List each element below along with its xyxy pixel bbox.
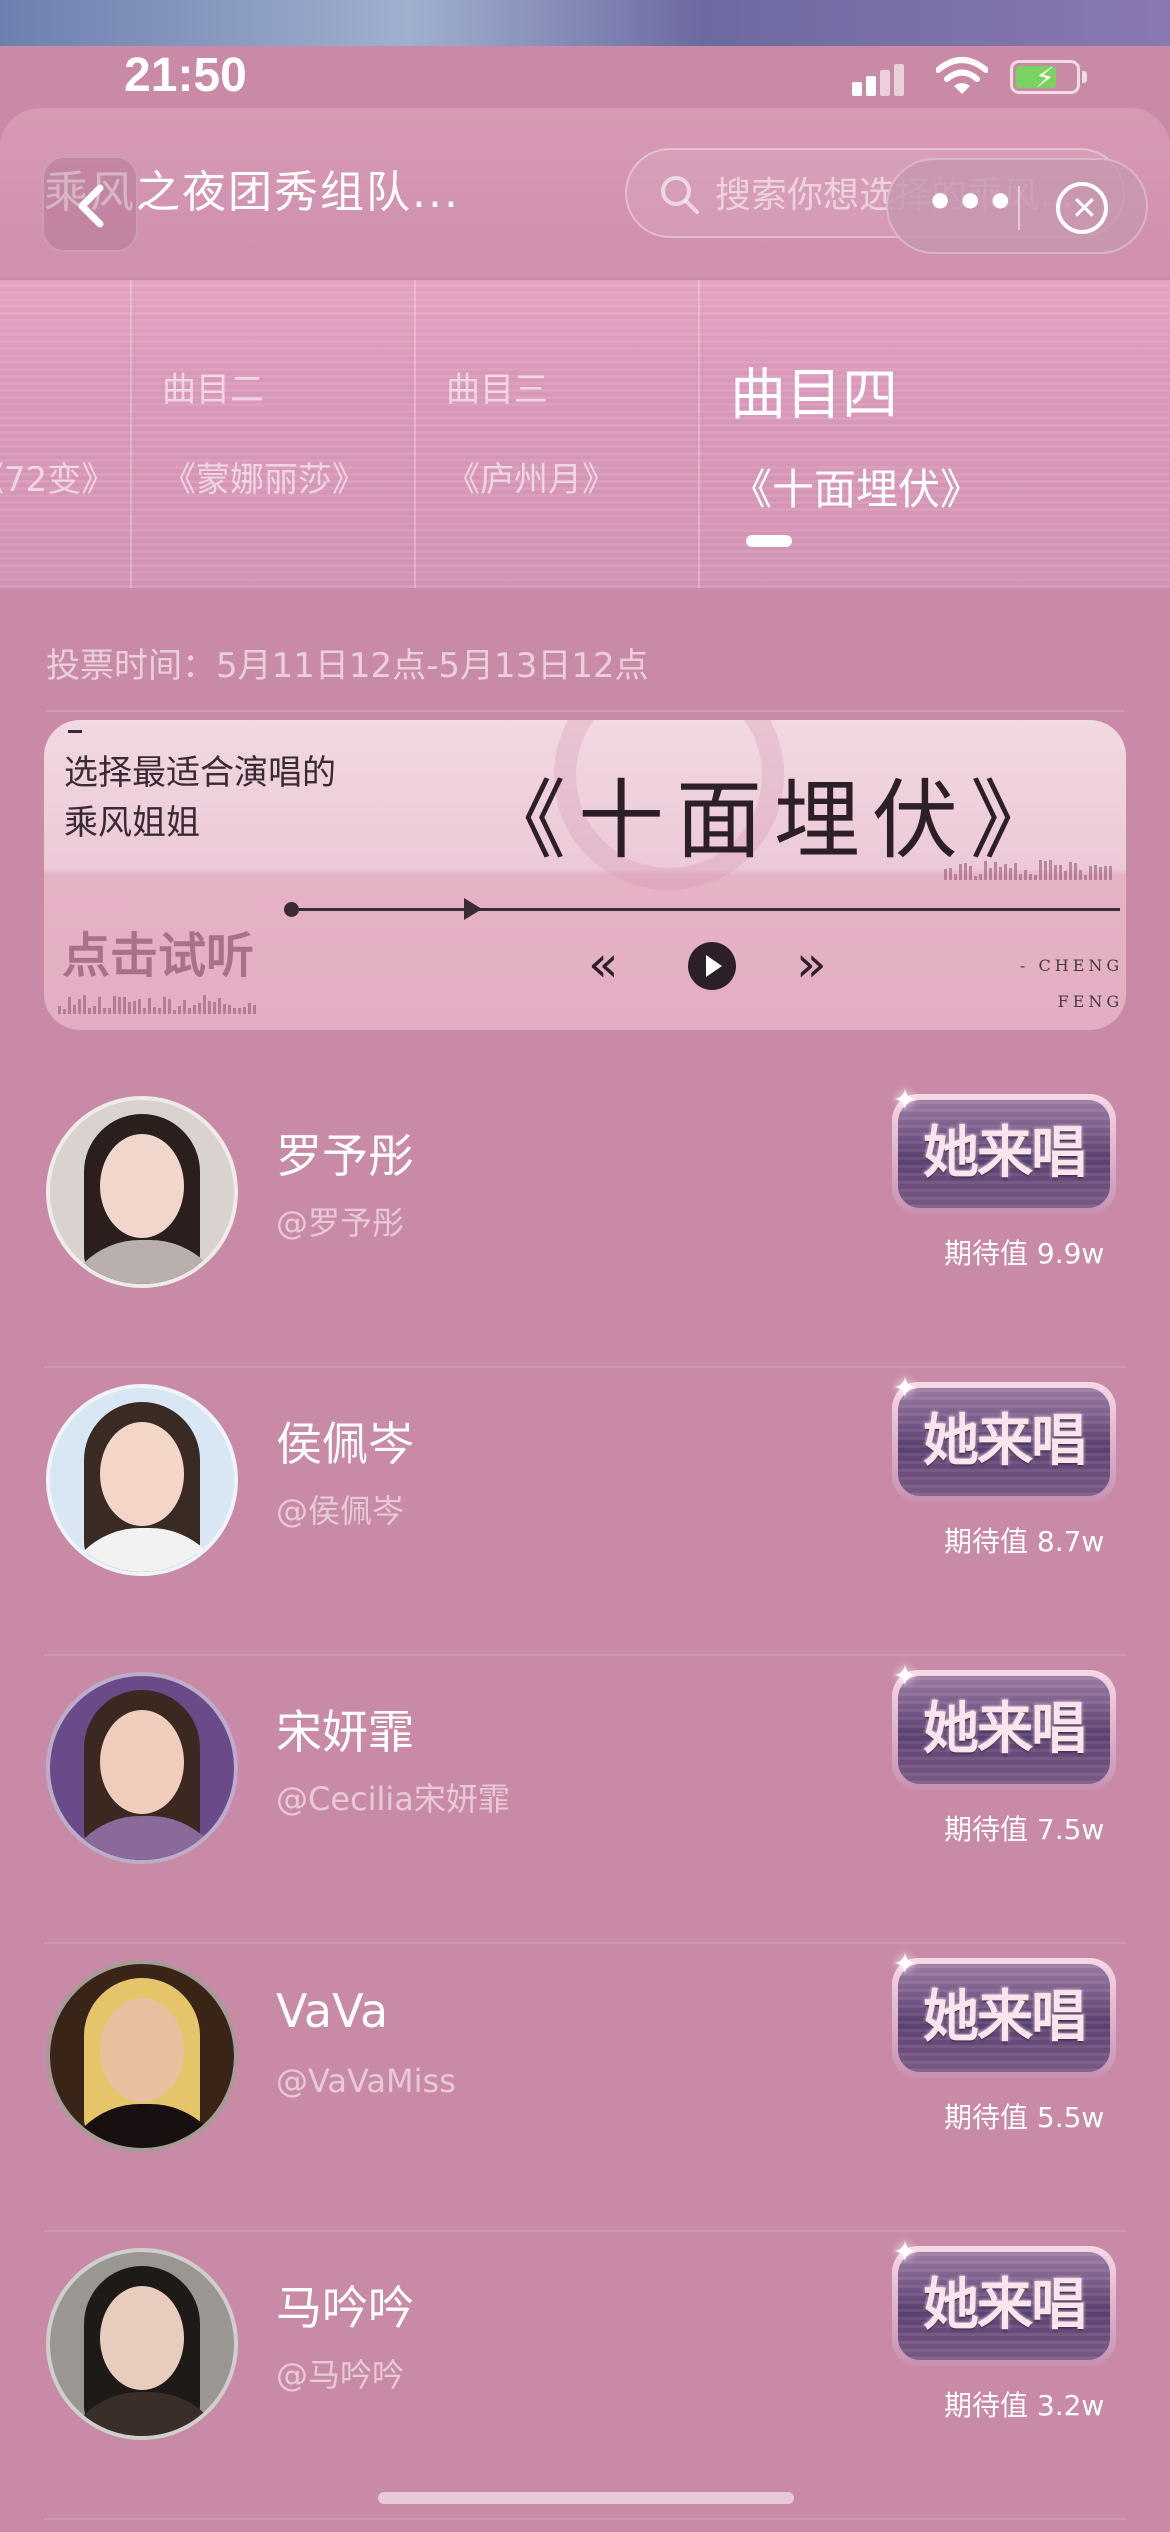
top-image-strip bbox=[0, 0, 1170, 46]
expectation-value: 期待值 9.9w bbox=[944, 1237, 1105, 1270]
she-sings-label: 她来唱 bbox=[923, 1985, 1087, 2050]
tagline-line: 选择最适合演唱的 bbox=[64, 753, 336, 793]
she-sings-button[interactable]: 她来唱 ✦ bbox=[892, 1948, 1116, 2078]
artist-handle: @VaVaMiss bbox=[276, 2062, 456, 2100]
artist-handle: @罗予彤 bbox=[276, 1204, 405, 1242]
she-sings-button[interactable]: 她来唱 ✦ bbox=[892, 1372, 1116, 1502]
player-tagline: 选择最适合演唱的 乘风姐姐 bbox=[64, 748, 404, 848]
artist-handle: @马吟吟 bbox=[276, 2356, 405, 2394]
header: 乘风之夜团秀组队... ••• ✕ bbox=[0, 108, 1170, 278]
listen-label[interactable]: 点击试听 bbox=[62, 916, 254, 986]
battery-icon: ⚡ bbox=[1010, 60, 1087, 94]
tab-track-2[interactable]: 曲目二 《蒙娜丽莎》 bbox=[132, 280, 416, 588]
expectation-value: 期待值 8.7w bbox=[944, 1525, 1105, 1558]
tagline-line: 乘风姐姐 bbox=[64, 803, 200, 843]
back-button[interactable] bbox=[42, 156, 138, 252]
close-icon: ✕ bbox=[1071, 189, 1098, 227]
cellular-signal-icon bbox=[852, 60, 912, 96]
tab-track-1[interactable]: 《72变》 bbox=[0, 280, 132, 588]
chevron-left-icon bbox=[78, 184, 104, 228]
sparkle-icon: ✦ bbox=[892, 2235, 918, 2270]
she-sings-label: 她来唱 bbox=[923, 1121, 1087, 1186]
artist-name: VaVa bbox=[276, 1984, 389, 2038]
progress-bar[interactable] bbox=[290, 908, 1120, 911]
artist-row[interactable]: 罗予彤 @罗予彤 她来唱 ✦ 期待值 9.9w bbox=[44, 1080, 1126, 1368]
track-number: 曲目二 bbox=[162, 370, 264, 410]
she-sings-button[interactable]: 她来唱 ✦ bbox=[892, 1084, 1116, 1214]
capsule-divider bbox=[1018, 186, 1020, 230]
status-bar: 21:50 ⚡ bbox=[0, 46, 1170, 106]
progress-thumb[interactable] bbox=[464, 898, 483, 920]
expectation-value: 期待值 3.2w bbox=[944, 2389, 1105, 2422]
audio-preview-card: 选择最适合演唱的 乘风姐姐 《十面埋伏》 点击试听 « » - CHENG FE… bbox=[44, 720, 1126, 1030]
she-sings-label: 她来唱 bbox=[923, 1409, 1087, 1474]
artist-name: 宋妍霏 bbox=[276, 1705, 414, 1759]
active-tab-indicator bbox=[746, 535, 792, 547]
sparkle-icon: ✦ bbox=[892, 1947, 918, 1982]
play-button[interactable] bbox=[688, 942, 736, 990]
progress-start-dot bbox=[284, 902, 299, 917]
brand-line: - CHENG bbox=[1020, 956, 1124, 975]
artist-row[interactable]: 马吟吟 @马吟吟 她来唱 ✦ 期待值 3.2w bbox=[44, 2232, 1126, 2520]
artist-handle: @Cecilia宋妍霏 bbox=[276, 1780, 510, 1818]
previous-button[interactable]: « bbox=[588, 939, 619, 989]
mini-program-capsule: ••• ✕ bbox=[886, 158, 1148, 254]
track-song: 《蒙娜丽莎》 bbox=[162, 460, 366, 500]
waveform-decoration bbox=[944, 860, 1114, 880]
artist-row[interactable]: 宋妍霏 @Cecilia宋妍霏 她来唱 ✦ 期待值 7.5w bbox=[44, 1656, 1126, 1944]
avatar[interactable] bbox=[46, 1960, 238, 2152]
artist-name: 罗予彤 bbox=[276, 1129, 414, 1183]
more-button[interactable]: ••• bbox=[926, 181, 1016, 225]
tab-track-4[interactable]: 曲目四 《十面埋伏》 bbox=[700, 280, 1170, 588]
decorative-dash bbox=[68, 730, 82, 733]
artist-row[interactable]: VaVa @VaVaMiss 她来唱 ✦ 期待值 5.5w bbox=[44, 1944, 1126, 2232]
sparkle-icon: ✦ bbox=[892, 1371, 918, 1406]
artist-row[interactable]: 侯佩岑 @侯佩岑 她来唱 ✦ 期待值 8.7w bbox=[44, 1368, 1126, 1656]
she-sings-button[interactable]: 她来唱 ✦ bbox=[892, 2236, 1116, 2366]
artist-name: 马吟吟 bbox=[276, 2281, 414, 2335]
sparkle-icon: ✦ bbox=[892, 1083, 918, 1118]
she-sings-label: 她来唱 bbox=[923, 2273, 1087, 2338]
she-sings-label: 她来唱 bbox=[923, 1697, 1087, 1762]
avatar[interactable] bbox=[46, 1096, 238, 1288]
close-button[interactable]: ✕ bbox=[1056, 182, 1108, 234]
home-indicator bbox=[378, 2492, 794, 2504]
status-time: 21:50 bbox=[124, 49, 247, 102]
divider bbox=[46, 710, 1124, 712]
tab-track-3[interactable]: 曲目三 《庐州月》 bbox=[416, 280, 700, 588]
avatar[interactable] bbox=[46, 1384, 238, 1576]
track-number: 曲目四 bbox=[730, 363, 898, 428]
brand-mark: - CHENG FENG bbox=[1020, 948, 1123, 1020]
brand-line: FENG bbox=[1057, 992, 1124, 1011]
track-song: 《72变》 bbox=[0, 460, 116, 500]
vote-time: 投票时间：5月11日12点-5月13日12点 bbox=[46, 646, 649, 686]
waveform-decoration bbox=[58, 994, 258, 1014]
avatar[interactable] bbox=[46, 2248, 238, 2440]
track-tabs: 《72变》 曲目二 《蒙娜丽莎》 曲目三 《庐州月》 曲目四 《十面埋伏》 bbox=[0, 280, 1170, 588]
next-button[interactable]: » bbox=[796, 939, 827, 989]
track-number: 曲目三 bbox=[446, 370, 548, 410]
wifi-icon bbox=[935, 56, 989, 96]
expectation-value: 期待值 7.5w bbox=[944, 1813, 1105, 1846]
avatar[interactable] bbox=[46, 1672, 238, 1864]
sparkle-icon: ✦ bbox=[892, 1659, 918, 1694]
expectation-value: 期待值 5.5w bbox=[944, 2101, 1105, 2134]
track-song: 《庐州月》 bbox=[446, 460, 616, 500]
search-icon bbox=[661, 176, 699, 214]
she-sings-button[interactable]: 她来唱 ✦ bbox=[892, 1660, 1116, 1790]
track-song: 《十面埋伏》 bbox=[730, 465, 983, 514]
player-song-title: 《十面埋伏》 bbox=[480, 771, 1068, 871]
artist-name: 侯佩岑 bbox=[276, 1417, 414, 1471]
artist-handle: @侯佩岑 bbox=[276, 1492, 405, 1530]
